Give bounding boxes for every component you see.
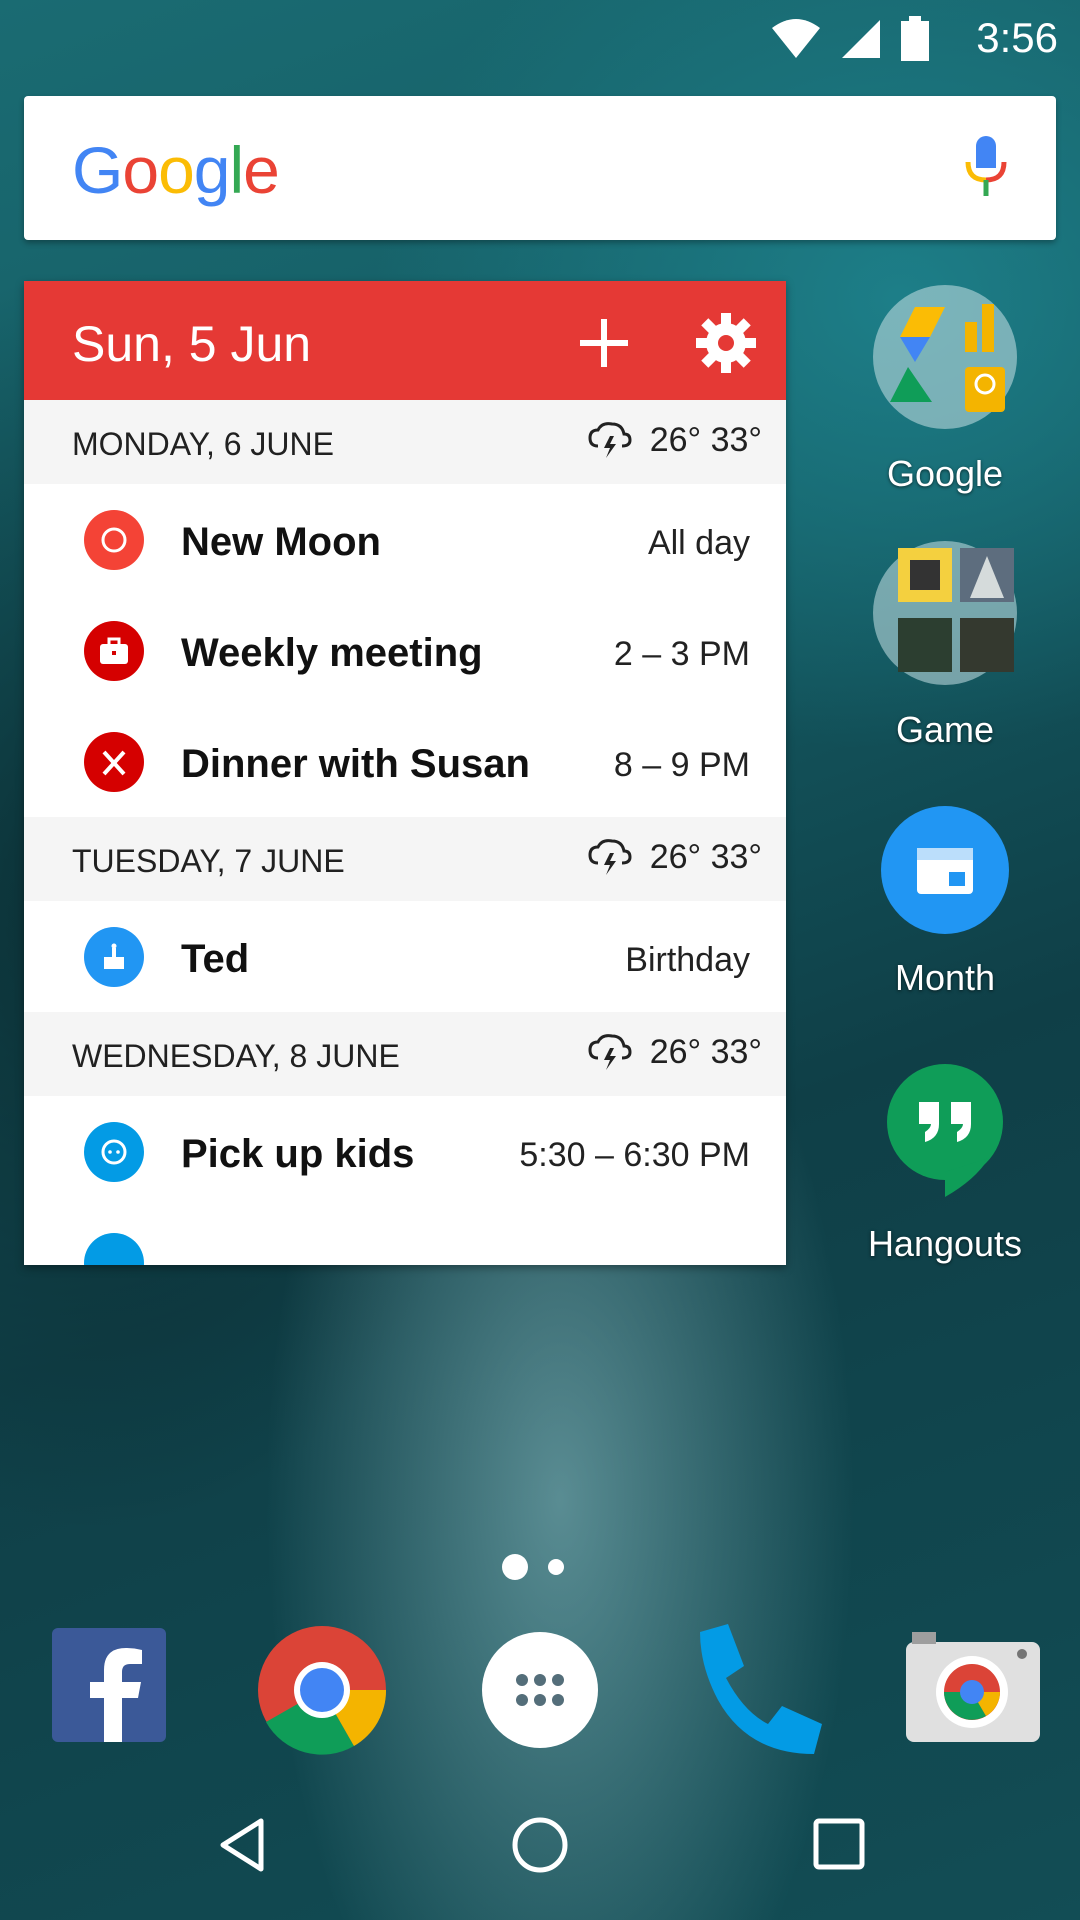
home-icon xyxy=(512,1817,568,1873)
facebook-icon[interactable] xyxy=(44,1620,184,1760)
event-time: 8 – 9 PM xyxy=(613,746,750,784)
month-calendar-icon xyxy=(881,806,1009,934)
thunderstorm-icon xyxy=(588,839,632,875)
kid-icon xyxy=(84,1122,144,1182)
status-time: 3:56 xyxy=(976,14,1058,61)
moon-icon xyxy=(84,510,144,570)
chrome-icon[interactable] xyxy=(252,1620,392,1760)
back-icon xyxy=(220,1818,264,1872)
weather: 26° 33° xyxy=(588,837,762,877)
event-row[interactable]: Dinner with Susan 8 – 9 PM xyxy=(24,706,786,817)
app-label: Hangouts xyxy=(867,1223,1023,1264)
event-title: Ted xyxy=(181,937,250,981)
recents-button[interactable] xyxy=(795,1800,885,1890)
calendar-widget[interactable]: Sun, 5 Jun MONDAY, 6 JUNE 26° 33° New Mo… xyxy=(24,281,786,1265)
status-icons xyxy=(770,16,930,62)
recents-icon xyxy=(813,1818,865,1870)
briefcase-icon xyxy=(84,621,144,681)
page-dot-active[interactable] xyxy=(502,1554,528,1580)
event-row-partial[interactable] xyxy=(24,1207,786,1265)
status-bar: 3:56 xyxy=(0,0,1080,76)
cake-icon xyxy=(84,927,144,987)
event-title: Pick up kids xyxy=(181,1132,415,1176)
temperature: 26° 33° xyxy=(649,420,762,459)
settings-icon[interactable] xyxy=(694,311,758,375)
cutlery-icon xyxy=(84,732,144,792)
event-time: Birthday xyxy=(625,941,750,979)
add-event-icon[interactable] xyxy=(572,311,636,375)
app-hangouts[interactable]: Hangouts xyxy=(850,1062,1040,1265)
event-row[interactable]: Pick up kids 5:30 – 6:30 PM xyxy=(24,1096,786,1207)
page-dot[interactable] xyxy=(548,1559,564,1575)
game-folder-icon xyxy=(873,541,1017,685)
phone-icon[interactable] xyxy=(688,1620,828,1760)
microphone-icon[interactable] xyxy=(964,136,1008,200)
home-button[interactable] xyxy=(495,1800,585,1890)
event-icon xyxy=(84,1233,144,1265)
day-header[interactable]: MONDAY, 6 JUNE 26° 33° xyxy=(24,400,786,484)
signal-icon xyxy=(842,20,880,58)
navigation-bar xyxy=(0,1770,1080,1920)
app-game-folder[interactable]: Game xyxy=(850,538,1040,751)
app-google-folder[interactable]: Google xyxy=(850,282,1040,495)
hangouts-icon xyxy=(887,1064,1003,1197)
weather: 26° 33° xyxy=(588,1032,762,1072)
event-title: Weekly meeting xyxy=(181,631,483,675)
app-month[interactable]: Month xyxy=(850,804,1040,999)
google-search-bar[interactable]: Google xyxy=(24,96,1056,240)
thunderstorm-icon xyxy=(588,422,632,458)
event-row[interactable]: New Moon All day xyxy=(24,484,786,595)
app-label: Month xyxy=(894,957,996,998)
back-button[interactable] xyxy=(198,1800,288,1890)
day-header[interactable]: TUESDAY, 7 JUNE 26° 33° xyxy=(24,817,786,901)
app-label: Google xyxy=(886,453,1004,494)
event-row[interactable]: Ted Birthday xyxy=(24,901,786,1012)
day-label: TUESDAY, 7 JUNE xyxy=(72,843,345,879)
page-indicator[interactable] xyxy=(502,1554,564,1580)
day-header[interactable]: WEDNESDAY, 8 JUNE 26° 33° xyxy=(24,1012,786,1096)
app-label: Game xyxy=(895,709,995,750)
wifi-icon xyxy=(772,19,820,58)
event-row[interactable]: Weekly meeting 2 – 3 PM xyxy=(24,595,786,706)
app-drawer-icon[interactable] xyxy=(470,1620,610,1760)
thunderstorm-icon xyxy=(588,1034,632,1070)
google-folder-icon xyxy=(873,285,1017,429)
temperature: 26° 33° xyxy=(649,837,762,876)
day-label: MONDAY, 6 JUNE xyxy=(72,426,334,462)
event-time: 5:30 – 6:30 PM xyxy=(519,1136,750,1174)
camera-icon[interactable] xyxy=(902,1620,1042,1760)
day-label: WEDNESDAY, 8 JUNE xyxy=(72,1038,400,1074)
event-title: New Moon xyxy=(181,520,381,564)
event-title: Dinner with Susan xyxy=(181,742,530,786)
event-time: 2 – 3 PM xyxy=(613,635,750,673)
temperature: 26° 33° xyxy=(649,1032,762,1071)
weather: 26° 33° xyxy=(588,420,762,460)
widget-header: Sun, 5 Jun xyxy=(24,281,786,400)
widget-date[interactable]: Sun, 5 Jun xyxy=(72,315,311,373)
event-time: All day xyxy=(647,524,750,562)
google-logo: Google xyxy=(72,133,280,207)
battery-icon xyxy=(901,16,929,61)
